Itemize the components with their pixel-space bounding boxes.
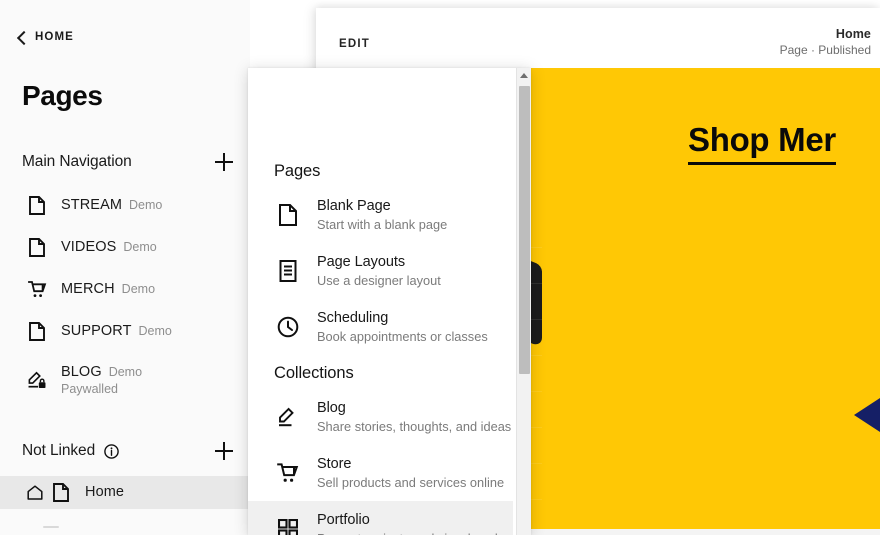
dropdown-item-blog[interactable]: Blog Share stories, thoughts, and ideas — [248, 389, 513, 445]
dropdown-item-blank-page[interactable]: Blank Page Start with a blank page — [248, 187, 513, 243]
page-icon — [27, 196, 47, 216]
sidebar-item-label: BLOG — [61, 363, 102, 380]
dropdown-item-store[interactable]: Store Sell products and services online — [248, 445, 513, 501]
sidebar-item-merch[interactable]: MERCH Demo — [0, 273, 250, 306]
page-icon — [27, 322, 47, 342]
sidebar-item-label: Home — [85, 484, 125, 501]
layout-icon — [276, 259, 300, 283]
page-meta: Home Page · Published — [780, 27, 871, 57]
page-title: Pages — [22, 80, 103, 111]
sidebar-item-texts: STREAM Demo — [61, 196, 162, 214]
sidebar-next-item-partial — [43, 526, 59, 528]
pages-sidebar: HOME Pages Main Navigation STREAM Demo V… — [0, 0, 250, 535]
dropdown-scrollbar-thumb[interactable] — [519, 86, 530, 374]
add-page-not-linked-button[interactable] — [214, 441, 234, 461]
dropdown-item-label: Scheduling — [317, 310, 389, 327]
store-cart-icon — [276, 461, 300, 485]
section-header-not-linked: Not Linked — [22, 439, 234, 463]
sidebar-item-label: VIDEOS — [61, 239, 117, 256]
store-cart-icon — [27, 280, 47, 300]
sidebar-item-videos[interactable]: VIDEOS Demo — [0, 231, 250, 264]
sidebar-item-badge: Demo — [138, 324, 172, 339]
dropdown-item-portfolio[interactable]: Portfolio Present projects and visual wo… — [248, 501, 513, 535]
dropdown-item-description: Start with a blank page — [317, 216, 448, 232]
dropdown-item-label: Blank Page — [317, 198, 391, 215]
dropdown-item-texts: Page Layouts Use a designer layout — [317, 253, 441, 289]
sidebar-item-support[interactable]: SUPPORT Demo — [0, 315, 250, 348]
sidebar-item-texts: Home — [85, 483, 124, 501]
dropdown-item-texts: Scheduling Book appointments or classes — [317, 309, 488, 345]
chevron-left-icon — [16, 32, 27, 43]
dropdown-item-label: Portfolio — [317, 512, 370, 529]
dropdown-item-texts: Store Sell products and services online — [317, 455, 504, 491]
dropdown-item-page-layouts[interactable]: Page Layouts Use a designer layout — [248, 243, 513, 299]
sidebar-item-texts: VIDEOS Demo — [61, 238, 157, 256]
sidebar-item-stream[interactable]: STREAM Demo — [0, 189, 250, 222]
section-header-main-navigation: Main Navigation — [22, 150, 234, 174]
dropdown-section-title-pages: Pages — [274, 162, 321, 180]
sidebar-item-texts: BLOG Demo Paywalled — [61, 363, 142, 398]
dropdown-item-label: Store — [317, 456, 352, 473]
sidebar-item-badge: Demo — [121, 282, 156, 297]
back-to-home-link[interactable]: HOME — [16, 26, 74, 48]
triangle-up-icon[interactable] — [520, 73, 528, 78]
dropdown-item-description: Share stories, thoughts, and ideas — [317, 418, 512, 434]
portfolio-grid-icon — [276, 517, 300, 535]
dropdown-item-label: Blog — [317, 400, 346, 417]
sidebar-item-home[interactable]: Home — [0, 476, 250, 509]
edit-button[interactable]: EDIT — [339, 38, 370, 50]
dropdown-item-description: Sell products and services online — [317, 474, 505, 490]
page-icon — [51, 483, 71, 503]
info-icon[interactable] — [104, 443, 119, 459]
sidebar-item-sublabel: Paywalled — [61, 381, 118, 396]
page-icon — [276, 203, 300, 227]
page-status-label: Page · Published — [779, 43, 871, 57]
add-page-main-navigation-button[interactable] — [214, 152, 234, 172]
hero-heading[interactable]: Shop Mer — [688, 122, 836, 165]
sidebar-item-label: STREAM — [61, 197, 123, 214]
editor-toolbar: EDIT Home Page · Published — [316, 8, 880, 68]
clock-icon — [276, 315, 300, 339]
sidebar-item-badge: Demo — [123, 240, 157, 255]
back-link-label: HOME — [35, 31, 74, 43]
home-icon — [27, 485, 43, 501]
sidebar-item-label: SUPPORT — [61, 323, 132, 340]
sidebar-item-badge: Demo — [108, 364, 143, 379]
current-page-title: Home — [835, 27, 871, 41]
dropdown-section-title-collections: Collections — [274, 364, 354, 382]
dropdown-item-scheduling[interactable]: Scheduling Book appointments or classes — [248, 299, 513, 355]
sidebar-item-label: MERCH — [61, 281, 115, 298]
sidebar-item-blog[interactable]: BLOG Demo Paywalled — [0, 359, 250, 401]
sidebar-item-badge: Demo — [129, 198, 163, 213]
add-page-dropdown-panel: Pages Blank Page Start with a blank page… — [248, 68, 531, 535]
dropdown-item-texts: Blank Page Start with a blank page — [317, 197, 447, 233]
app-root: HOME Pages Main Navigation STREAM Demo V… — [0, 0, 880, 535]
sidebar-item-texts: SUPPORT Demo — [61, 322, 172, 340]
page-icon — [27, 238, 47, 258]
dropdown-item-texts: Portfolio Present projects and visual wo… — [317, 511, 501, 535]
blog-pen-icon — [276, 405, 300, 429]
blog-locked-icon — [27, 370, 47, 390]
decorative-navy-arrow — [854, 398, 880, 432]
dropdown-scrollbar[interactable] — [516, 68, 531, 535]
section-title: Not Linked — [22, 442, 96, 459]
dropdown-item-description: Book appointments or classes — [317, 328, 488, 344]
dropdown-item-texts: Blog Share stories, thoughts, and ideas — [317, 399, 511, 435]
dropdown-item-description: Use a designer layout — [317, 272, 441, 288]
dropdown-item-description: Present projects and visual work — [317, 531, 501, 535]
section-title: Main Navigation — [22, 153, 132, 170]
dropdown-item-label: Page Layouts — [317, 254, 406, 271]
sidebar-item-texts: MERCH Demo — [61, 280, 155, 298]
